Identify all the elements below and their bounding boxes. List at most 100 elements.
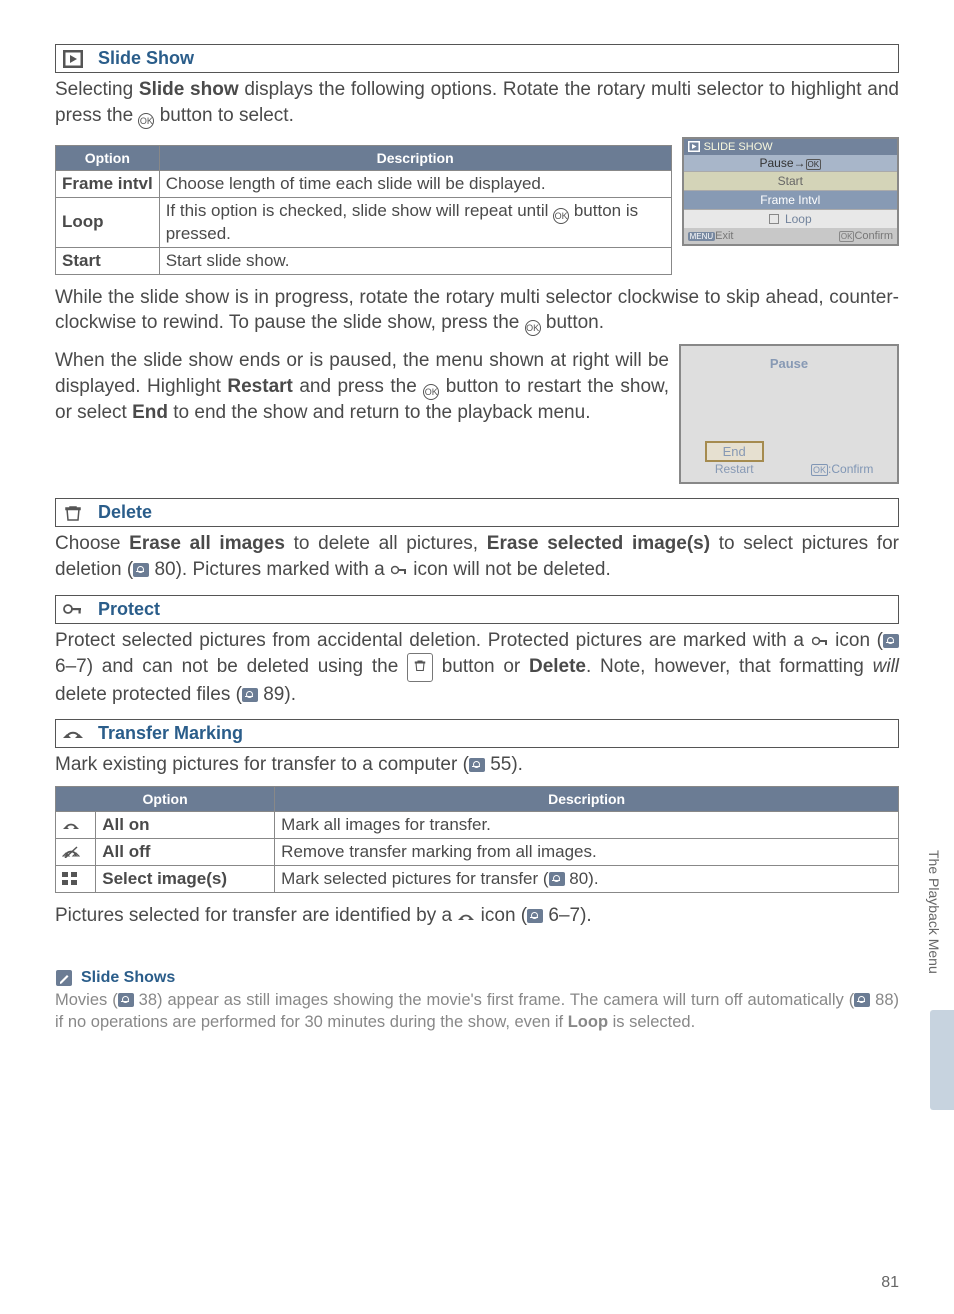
- opt-label: Select image(s): [96, 866, 275, 893]
- ok-icon: OK: [423, 384, 439, 400]
- camera-screen-slideshow: SLIDE SHOW Pause→OK Start Frame Intvl Lo…: [682, 137, 899, 246]
- slideshow-end: When the slide show ends or is paused, t…: [55, 348, 669, 425]
- table-row: Select image(s) Mark selected pictures f…: [56, 866, 899, 893]
- page-ref-icon: [527, 909, 543, 923]
- section-title: Transfer Marking: [98, 723, 243, 744]
- section-header-delete: Delete: [55, 498, 899, 527]
- page-ref-icon: [883, 634, 899, 648]
- t: While the slide show is in progress, rot…: [55, 287, 899, 334]
- t: Slide show: [139, 79, 239, 100]
- t: If this option is checked, slide show wi…: [166, 201, 553, 220]
- camera-screen-pause: Pause End Restart OK:Confirm: [679, 344, 899, 484]
- t: will: [873, 656, 899, 677]
- transfer-icon: [62, 724, 84, 744]
- tip-header: Slide Shows: [55, 969, 899, 987]
- opt-label: Start: [56, 247, 160, 274]
- table-row: All on Mark all images for transfer.: [56, 812, 899, 839]
- tip-title: Slide Shows: [81, 969, 175, 987]
- t: Delete: [529, 656, 586, 677]
- pencil-note-icon: [55, 969, 73, 987]
- section-title: Delete: [98, 502, 152, 523]
- slideshow-intro: Selecting Slide show displays the follow…: [55, 77, 899, 129]
- pause-confirm: OK:Confirm: [811, 462, 873, 476]
- page-ref-icon: [133, 563, 149, 577]
- t: Mark existing pictures for transfer to a…: [55, 754, 469, 775]
- t: :Confirm: [828, 462, 873, 476]
- side-thumb-tab: [930, 1010, 954, 1110]
- transfer-all-on-icon: [62, 819, 80, 831]
- t: . Note, however, that formatting: [586, 656, 873, 677]
- protect-body: Protect selected pictures from accidenta…: [55, 628, 899, 708]
- opt-icon-cell: [56, 866, 96, 893]
- select-images-icon: [62, 872, 78, 886]
- ok-icon: OK: [525, 320, 541, 336]
- t: 6–7).: [543, 905, 592, 926]
- t: 6–7) and can not be deleted using the: [55, 656, 407, 677]
- pause-left: End Restart: [705, 441, 764, 476]
- t: to delete all pictures,: [285, 533, 487, 554]
- t: Selecting: [55, 79, 139, 100]
- protect-key-icon: [62, 599, 84, 619]
- section-title: Protect: [98, 599, 160, 620]
- screen-item-start: Start: [684, 171, 897, 190]
- table-row: Loop If this option is checked, slide sh…: [56, 197, 672, 247]
- t: End: [132, 402, 168, 423]
- t: 55).: [485, 754, 523, 775]
- trash-icon: [62, 503, 84, 523]
- opt-label: All off: [96, 839, 275, 866]
- screen-exit: MENUExit: [688, 230, 734, 242]
- opt-desc: Start slide show.: [159, 247, 671, 274]
- col-option: Option: [56, 145, 160, 170]
- opt-desc: Remove transfer marking from all images.: [275, 839, 899, 866]
- tip-body: Movies ( 38) appear as still images show…: [55, 989, 899, 1034]
- screen-footer: MENUExit OKConfirm: [684, 228, 897, 244]
- checkbox-icon: [769, 214, 779, 224]
- transfer-icon: [457, 907, 475, 925]
- trash-button-icon: [407, 653, 433, 682]
- section-header-transfer: Transfer Marking: [55, 719, 899, 748]
- page-ref-icon: [854, 993, 870, 1007]
- t: icon will not be deleted.: [408, 559, 611, 580]
- t: 80).: [565, 869, 599, 888]
- page-number: 81: [881, 1274, 899, 1292]
- screen-confirm: OKConfirm: [839, 230, 893, 242]
- playback-icon: [688, 141, 700, 152]
- screen-title-bar: SLIDE SHOW: [684, 139, 897, 155]
- t: 89).: [258, 684, 296, 705]
- delete-body: Choose Erase all images to delete all pi…: [55, 531, 899, 582]
- table-row: All off Remove transfer marking from all…: [56, 839, 899, 866]
- t: Erase selected image(s): [487, 533, 710, 554]
- t: 80). Pictures marked with a: [149, 559, 390, 580]
- page-ref-icon: [549, 872, 565, 886]
- section-header-slideshow: Slide Show: [55, 44, 899, 73]
- t: Choose: [55, 533, 129, 554]
- transfer-outro: Pictures selected for transfer are ident…: [55, 903, 899, 929]
- screen-pause-hint: Pause→OK: [684, 155, 897, 171]
- protect-key-icon: [390, 561, 408, 579]
- t: and press the: [293, 376, 423, 397]
- opt-label: All on: [96, 812, 275, 839]
- t: icon (: [829, 630, 883, 651]
- opt-desc: If this option is checked, slide show wi…: [159, 197, 671, 247]
- t: button.: [541, 312, 604, 333]
- t: 38) appear as still images showing the m…: [134, 991, 854, 1009]
- t: Pictures selected for transfer are ident…: [55, 905, 457, 926]
- t: is selected.: [608, 1013, 695, 1031]
- t: Restart: [227, 376, 292, 397]
- page-ref-icon: [469, 758, 485, 772]
- t: button or: [433, 656, 529, 677]
- opt-icon-cell: [56, 839, 96, 866]
- page-ref-icon: [118, 993, 134, 1007]
- protect-key-icon: [811, 632, 829, 650]
- section-header-protect: Protect: [55, 595, 899, 624]
- ok-icon: OK: [138, 113, 154, 129]
- t: delete protected files (: [55, 684, 242, 705]
- pause-title: Pause: [681, 346, 897, 381]
- screen-title: SLIDE SHOW: [704, 141, 773, 153]
- ok-icon: OK: [553, 208, 569, 224]
- page-ref-icon: [242, 688, 258, 702]
- t: button to select.: [154, 105, 293, 126]
- t: Pause→: [759, 156, 805, 170]
- t: icon (: [475, 905, 527, 926]
- t: Loop: [568, 1013, 608, 1031]
